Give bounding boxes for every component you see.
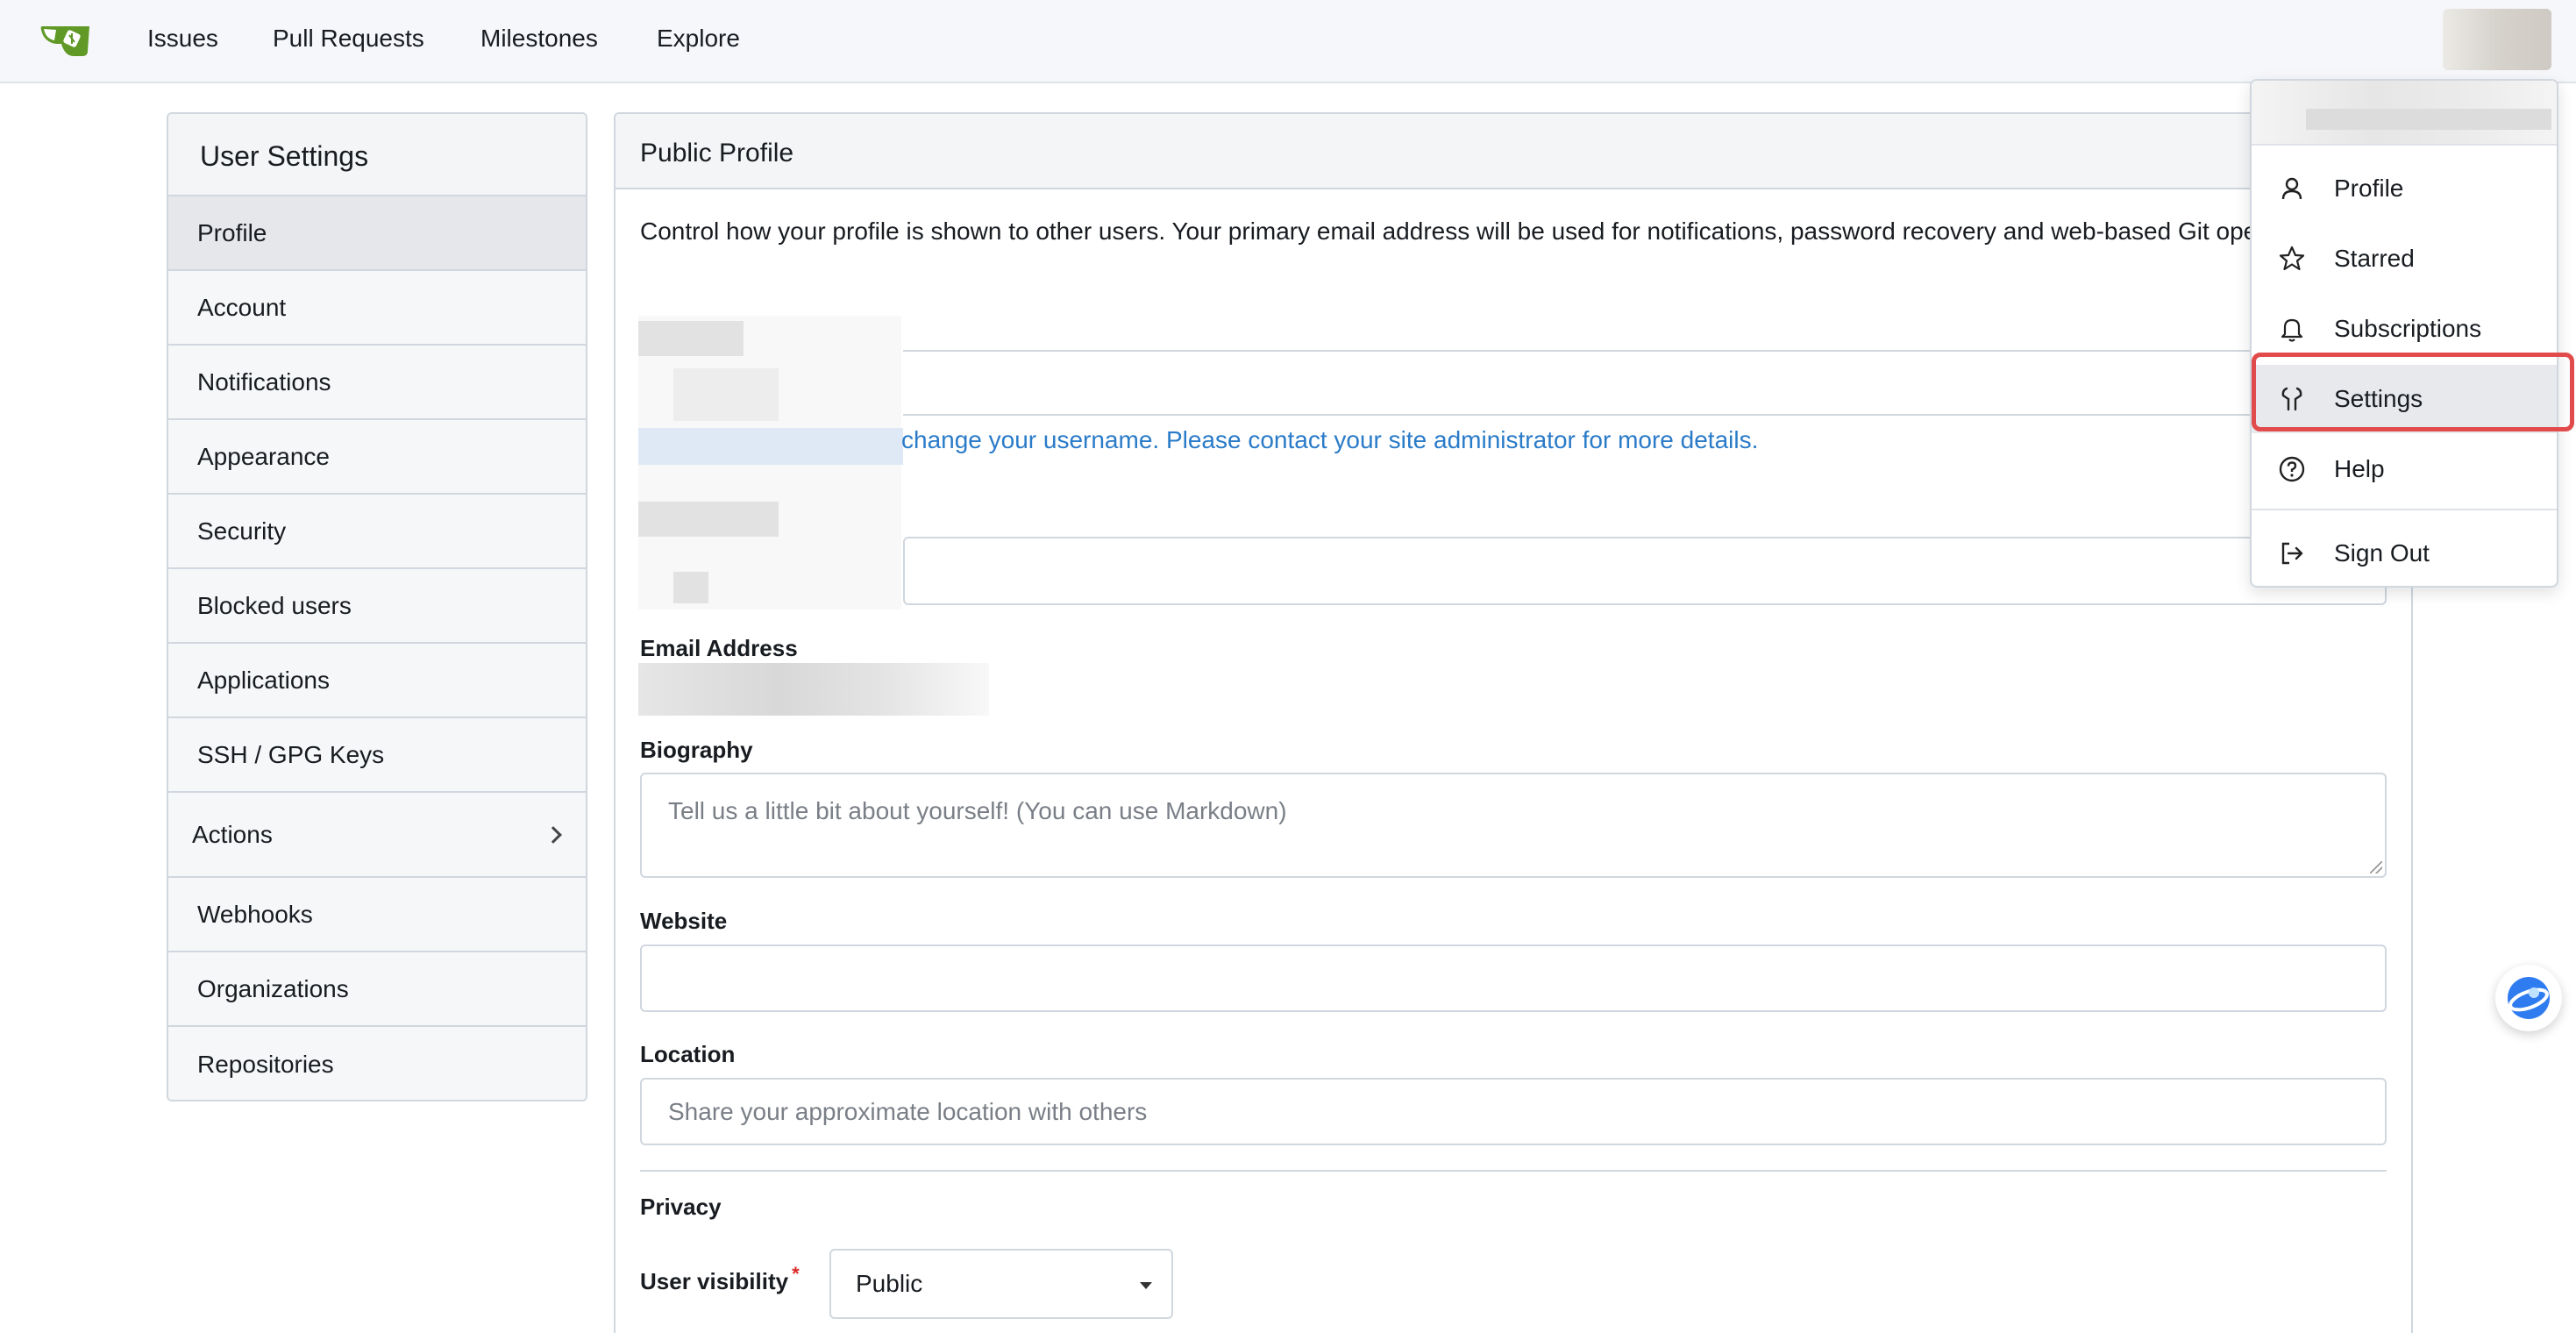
sidebar-item-actions[interactable]: Actions — [168, 793, 586, 878]
menu-item-label: Profile — [2334, 175, 2404, 202]
menu-item-label: Help — [2334, 455, 2385, 482]
sidebar-item-label: Security — [197, 517, 287, 545]
question-icon — [2279, 456, 2305, 482]
sidebar-item-label: Applications — [197, 666, 330, 694]
user-visibility-label: User visibility * — [640, 1263, 800, 1295]
panel-title: Public Profile — [616, 114, 2411, 189]
biography-label: Biography — [640, 737, 753, 763]
website-label: Website — [640, 908, 728, 934]
sidebar-item-appearance[interactable]: Appearance — [168, 420, 586, 495]
dropdown-divider — [2252, 509, 2557, 510]
assistant-float-button[interactable] — [2495, 965, 2562, 1031]
redacted-username-block — [638, 316, 903, 609]
menu-item-subscriptions[interactable]: Subscriptions — [2252, 295, 2557, 363]
gitea-logo-icon[interactable] — [39, 18, 93, 60]
menu-item-label: Sign Out — [2334, 539, 2430, 567]
menu-item-starred[interactable]: Starred — [2252, 225, 2557, 293]
menu-item-help[interactable]: Help — [2252, 435, 2557, 503]
nav-explore[interactable]: Explore — [657, 25, 740, 53]
sidebar-item-label: Blocked users — [197, 591, 352, 619]
sidebar-item-notifications[interactable]: Notifications — [168, 346, 586, 420]
location-label: Location — [640, 1041, 736, 1067]
sidebar-item-repositories[interactable]: Repositories — [168, 1027, 586, 1100]
nav-pull-requests[interactable]: Pull Requests — [273, 25, 424, 53]
sign-out-icon — [2281, 542, 2303, 565]
username-change-notice: change your username. Please contact you… — [901, 426, 1759, 453]
user-avatar[interactable] — [2443, 9, 2551, 70]
location-placeholder: Share your approximate location with oth… — [668, 1097, 1148, 1125]
sidebar-item-applications[interactable]: Applications — [168, 644, 586, 718]
redacted-user-header — [2252, 81, 2557, 144]
menu-item-settings[interactable]: Settings — [2252, 365, 2557, 433]
sidebar-item-label: SSH / GPG Keys — [197, 740, 385, 768]
sidebar-item-label: Organizations — [197, 974, 349, 1002]
bell-icon — [2281, 318, 2303, 342]
sidebar-item-label: Webhooks — [197, 900, 313, 928]
settings-sidebar: User Settings Profile Account Notificati… — [167, 112, 587, 1101]
user-dropdown-menu: Profile Starred Subscriptions Settings H… — [2250, 79, 2558, 588]
sidebar-item-profile[interactable]: Profile — [168, 196, 586, 271]
full-name-input[interactable] — [903, 537, 2387, 605]
sidebar-item-label: Repositories — [197, 1050, 334, 1078]
location-input[interactable]: Share your approximate location with oth… — [640, 1078, 2387, 1145]
profile-description: Control how your profile is shown to oth… — [640, 217, 2338, 245]
nav-issues[interactable]: Issues — [147, 25, 218, 53]
website-input[interactable] — [640, 945, 2387, 1012]
caret-down-icon — [1140, 1282, 1152, 1289]
menu-item-sign-out[interactable]: Sign Out — [2252, 519, 2557, 588]
menu-item-label: Starred — [2334, 245, 2415, 272]
menu-item-profile[interactable]: Profile — [2252, 154, 2557, 223]
sidebar-item-organizations[interactable]: Organizations — [168, 952, 586, 1027]
sidebar-item-label: Notifications — [197, 367, 331, 396]
sidebar-item-label: Appearance — [197, 442, 331, 470]
privacy-divider — [640, 1170, 2387, 1172]
sidebar-item-label: Actions — [192, 820, 273, 848]
sidebar-item-ssh-gpg-keys[interactable]: SSH / GPG Keys — [168, 718, 586, 793]
sidebar-item-label: Account — [197, 293, 287, 321]
user-visibility-value: Public — [856, 1270, 923, 1297]
privacy-heading: Privacy — [640, 1194, 722, 1220]
biography-textarea[interactable]: Tell us a little bit about yourself! (Yo… — [640, 773, 2387, 878]
username-field-top-border — [903, 350, 2387, 352]
public-profile-panel: Public Profile — [614, 112, 2413, 1333]
redacted-email — [638, 663, 989, 716]
assistant-icon — [2508, 977, 2550, 1019]
email-label: Email Address — [640, 635, 798, 661]
person-icon — [2281, 177, 2302, 200]
star-icon — [2279, 246, 2305, 271]
sidebar-item-security[interactable]: Security — [168, 495, 586, 569]
sidebar-item-blocked-users[interactable]: Blocked users — [168, 569, 586, 644]
tools-icon — [2281, 387, 2302, 411]
dropdown-divider — [2252, 144, 2557, 146]
user-visibility-text: User visibility — [640, 1268, 789, 1294]
sidebar-item-account[interactable]: Account — [168, 271, 586, 346]
required-marker: * — [792, 1263, 800, 1285]
menu-item-label: Subscriptions — [2334, 315, 2482, 342]
sidebar-item-webhooks[interactable]: Webhooks — [168, 878, 586, 952]
resize-handle-icon[interactable] — [2370, 861, 2382, 873]
username-field-bottom-border — [903, 414, 2387, 416]
chevron-right-icon — [544, 825, 562, 844]
sidebar-item-label: Profile — [197, 218, 267, 246]
user-visibility-select[interactable]: Public — [829, 1249, 1173, 1319]
sidebar-title: User Settings — [168, 114, 586, 196]
biography-placeholder: Tell us a little bit about yourself! (Yo… — [668, 797, 1287, 824]
nav-milestones[interactable]: Milestones — [480, 25, 598, 53]
menu-item-label: Settings — [2334, 385, 2423, 412]
top-navbar: Issues Pull Requests Milestones Explore — [0, 0, 2576, 83]
